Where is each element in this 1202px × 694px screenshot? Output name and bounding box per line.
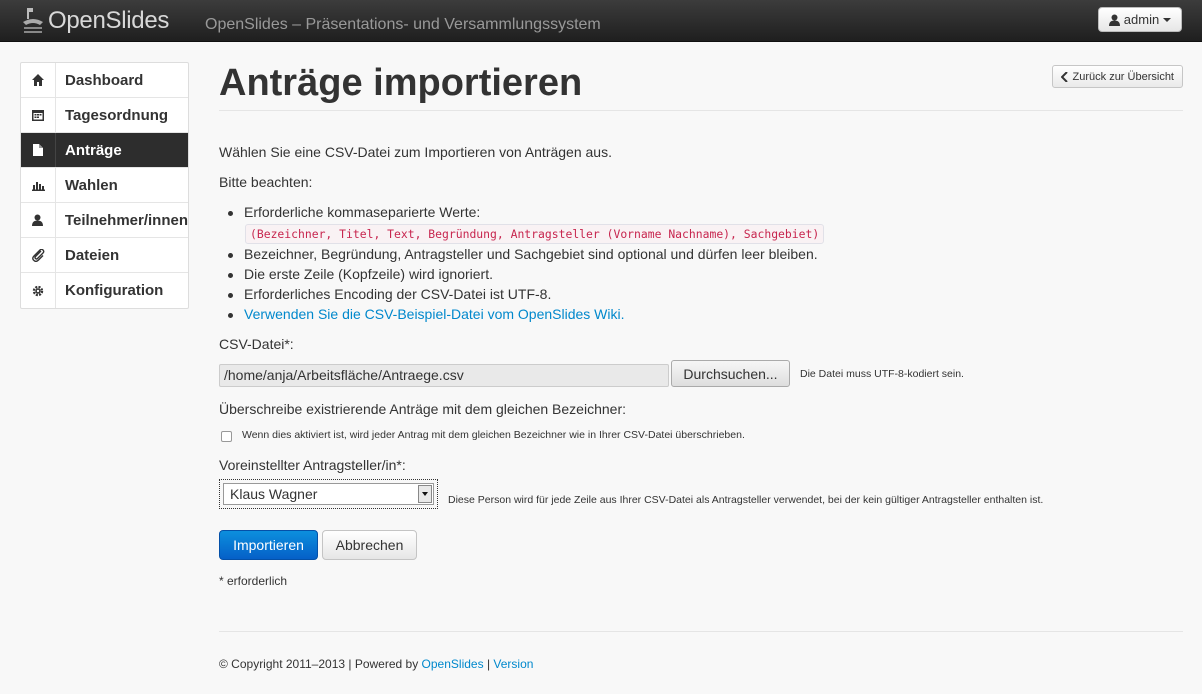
sidebar-item-motions[interactable]: Anträge	[21, 133, 188, 168]
brand-name: OpenSlides	[48, 7, 170, 34]
app-subtitle: OpenSlides – Präsentations- und Versamml…	[205, 16, 601, 33]
footer-openslides-link[interactable]: OpenSlides	[422, 657, 484, 671]
required-note: * erforderlich	[219, 574, 288, 588]
footer-copyright: © Copyright 2011–2013 | Powered by	[219, 657, 419, 671]
list-item: Erforderliches Encoding der CSV-Datei is…	[227, 286, 552, 302]
submitter-select-focus: Klaus Wagner	[219, 479, 438, 509]
list-item: Bezeichner, Begründung, Antragsteller un…	[228, 246, 818, 262]
file-icon	[21, 133, 56, 167]
back-button-label: Zurück zur Übersicht	[1072, 70, 1174, 83]
note-heading: Bitte beachten:	[219, 174, 313, 190]
csv-help-text: Die Datei muss UTF-8-kodiert sein.	[800, 368, 964, 380]
sidebar-item-label: Anträge	[65, 141, 122, 159]
footer-divider	[219, 631, 1183, 632]
calendar-icon	[21, 98, 56, 132]
overwrite-checkbox[interactable]	[221, 431, 232, 442]
footer-separator: |	[486, 657, 491, 671]
default-submitter-label: Voreinstellter Antragsteller/in*:	[219, 457, 406, 473]
browse-button[interactable]: Durchsuchen...	[671, 360, 790, 387]
sidebar-item-label: Dashboard	[65, 71, 144, 89]
chevron-left-icon	[1060, 71, 1068, 82]
user-icon	[1108, 14, 1120, 26]
sidebar-item-label: Tagesordnung	[65, 106, 169, 124]
home-icon	[21, 63, 56, 97]
title-divider	[219, 110, 1183, 111]
sidebar-item-dashboard[interactable]: Dashboard	[21, 63, 188, 98]
caret-down-icon	[1163, 17, 1172, 22]
overwrite-label: Überschreibe existrierende Anträge mit d…	[219, 401, 626, 417]
select-value: Klaus Wagner	[230, 486, 318, 502]
footer-version-link[interactable]: Version	[493, 657, 533, 671]
openslides-logo-icon	[23, 8, 43, 33]
list-item: Erforderliche kommaseparierte Werte:	[227, 204, 481, 220]
footer: © Copyright 2011–2013 | Powered by OpenS…	[219, 657, 533, 671]
page-title: Anträge importieren	[219, 62, 583, 104]
csv-file-input[interactable]: /home/anja/Arbeitsfläche/Antraege.csv	[219, 364, 669, 387]
import-button[interactable]: Importieren	[219, 530, 318, 560]
bar-chart-icon	[21, 168, 56, 202]
user-menu-button[interactable]: admin	[1098, 7, 1182, 32]
sidebar-item-label: Teilnehmer/innen	[64, 211, 188, 229]
csv-file-label: CSV-Datei*:	[219, 336, 294, 352]
required-values-code: (Bezeichner, Titel, Text, Begründung, An…	[245, 224, 825, 244]
user-name: admin	[1123, 12, 1160, 27]
submitter-help-text: Diese Person wird für jede Zeile aus Ihr…	[448, 494, 1044, 506]
user-icon	[21, 203, 56, 237]
back-to-overview-button[interactable]: Zurück zur Übersicht	[1051, 65, 1183, 88]
sidebar-item-elections[interactable]: Wahlen	[21, 168, 188, 203]
default-submitter-select[interactable]: Klaus Wagner	[223, 483, 434, 505]
chevron-down-icon	[418, 485, 432, 503]
sidebar-item-label: Konfiguration	[65, 282, 164, 299]
top-navbar: OpenSlides OpenSlides – Präsentations- u…	[0, 0, 1202, 42]
sidebar-nav: Dashboard Tagesordnung Anträge Wahlen Te…	[20, 62, 189, 309]
overwrite-help-text: Wenn dies aktiviert ist, wird jeder Antr…	[242, 429, 745, 441]
cog-icon	[21, 273, 56, 308]
paperclip-icon	[21, 238, 56, 272]
sidebar-item-label: Wahlen	[65, 176, 118, 194]
sidebar-item-config[interactable]: Konfiguration	[21, 273, 188, 308]
cancel-button[interactable]: Abbrechen	[322, 530, 417, 560]
sidebar-item-files[interactable]: Dateien	[21, 238, 188, 273]
intro-text: Wählen Sie eine CSV-Datei zum Importiere…	[219, 144, 612, 160]
sidebar-item-participants[interactable]: Teilnehmer/innen	[21, 203, 188, 238]
list-item: Die erste Zeile (Kopfzeile) wird ignorie…	[228, 266, 493, 282]
brand-logo[interactable]: OpenSlides	[22, 6, 169, 36]
sidebar-item-label: Dateien	[65, 246, 120, 264]
sidebar-item-agenda[interactable]: Tagesordnung	[21, 98, 188, 133]
wiki-link[interactable]: Verwenden Sie die CSV-Beispiel-Datei vom…	[228, 306, 625, 322]
